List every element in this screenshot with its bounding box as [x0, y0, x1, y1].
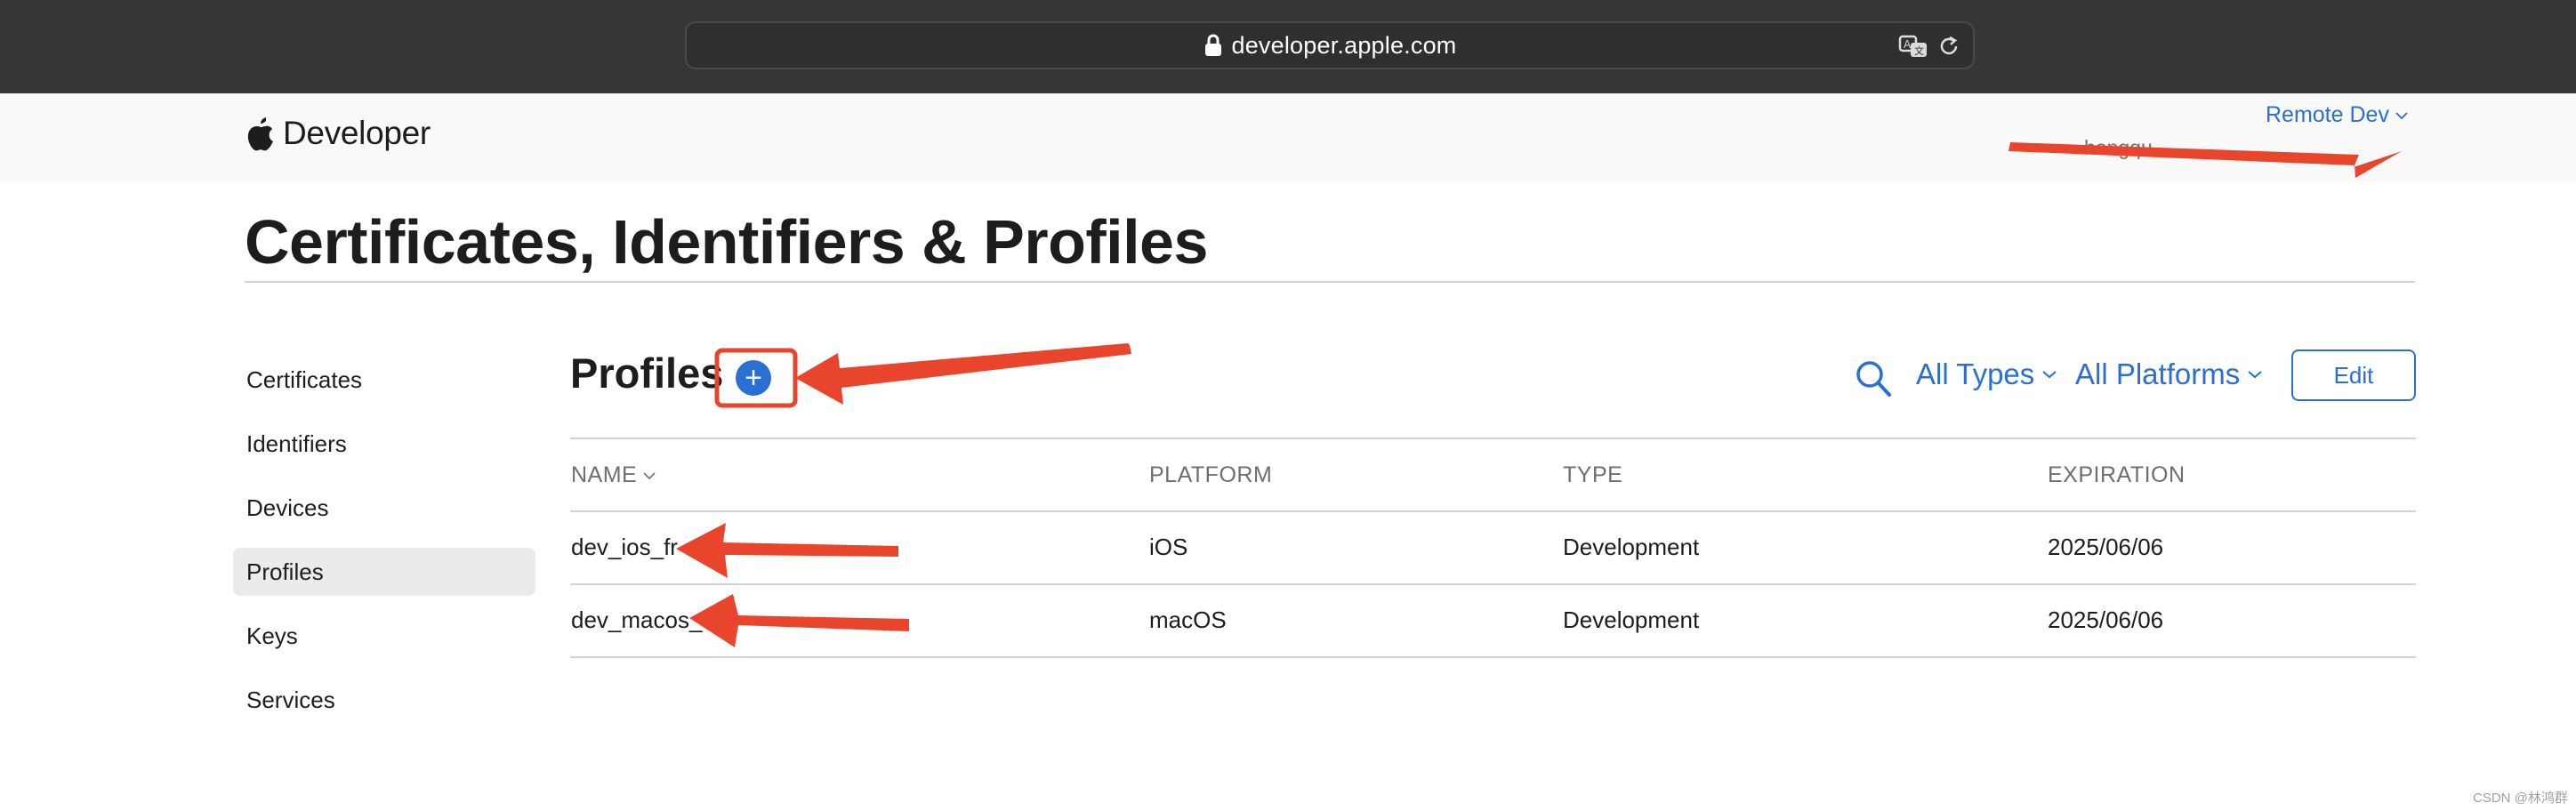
table-row[interactable]: dev_macos_ macOS Development 2025/06/06 [570, 585, 2416, 656]
chevron-down-icon [2042, 371, 2057, 379]
profile-name[interactable]: dev_ios_fr [571, 534, 678, 561]
profile-expiration: 2025/06/06 [2048, 534, 2164, 560]
column-platform-header[interactable]: PLATFORM [1149, 462, 1272, 488]
table-header: NAME PLATFORM TYPE EXPIRATION [570, 439, 2416, 510]
watermark: CSDN @林鸿群 [2473, 791, 2568, 806]
edit-button[interactable]: Edit [2291, 349, 2416, 401]
add-profile-button[interactable]: + [736, 360, 771, 396]
type-filter-label: All Types [1916, 357, 2035, 390]
annotation-arrow [795, 343, 1131, 405]
reload-icon[interactable] [1936, 34, 1961, 59]
profile-name[interactable]: dev_macos_ [571, 606, 702, 634]
account-menu[interactable]: Remote Dev [2266, 102, 2409, 128]
sidebar: Certificates Identifiers Devices Profile… [233, 356, 535, 740]
divider [570, 656, 2416, 658]
sidebar-item-services[interactable]: Services [233, 676, 535, 724]
page-title: Certificates, Identifiers & Profiles [245, 207, 1208, 277]
column-label: NAME [571, 462, 638, 487]
platform-filter[interactable]: All Platforms [2075, 357, 2263, 391]
sidebar-item-profiles[interactable]: Profiles [233, 548, 535, 596]
type-filter[interactable]: All Types [1916, 357, 2057, 391]
search-icon[interactable] [1854, 358, 1893, 399]
sort-chevron-icon [643, 471, 656, 479]
sidebar-item-devices[interactable]: Devices [233, 484, 535, 532]
sidebar-item-certificates[interactable]: Certificates [233, 356, 535, 404]
chevron-down-icon [2248, 371, 2262, 379]
profile-type: Development [1563, 606, 1700, 633]
chevron-down-icon [2395, 111, 2408, 119]
sidebar-item-identifiers[interactable]: Identifiers [233, 420, 535, 468]
svg-text:文: 文 [1914, 44, 1924, 57]
global-nav: Developer Remote Dev hongqu... [0, 93, 2576, 181]
profiles-table: NAME PLATFORM TYPE EXPIRATION dev_ios_fr… [570, 438, 2416, 658]
brand-name: Developer [283, 115, 431, 151]
translate-icon[interactable]: A 文 [1898, 34, 1930, 59]
column-type-header[interactable]: TYPE [1563, 462, 1622, 488]
column-name-header[interactable]: NAME [571, 462, 656, 488]
url-text: developer.apple.com [1231, 31, 1457, 59]
account-subtitle: hongqu... [2084, 136, 2169, 159]
browser-toolbar: developer.apple.com A 文 [0, 0, 2576, 93]
lock-icon [1204, 34, 1221, 56]
platform-filter-label: All Platforms [2075, 357, 2241, 390]
profile-platform: iOS [1149, 534, 1188, 560]
account-name: Remote Dev [2266, 102, 2389, 127]
table-row[interactable]: dev_ios_fr iOS Development 2025/06/06 [570, 512, 2416, 583]
profile-type: Development [1563, 534, 1700, 560]
sidebar-item-keys[interactable]: Keys [233, 612, 535, 660]
svg-text:A: A [1904, 38, 1912, 51]
profile-platform: macOS [1149, 606, 1227, 633]
developer-logo[interactable]: Developer [246, 115, 431, 152]
apple-icon [247, 117, 273, 151]
column-expiration-header[interactable]: EXPIRATION [2048, 462, 2186, 488]
profile-expiration: 2025/06/06 [2048, 606, 2164, 633]
divider [245, 281, 2415, 283]
section-title: Profiles [570, 349, 724, 397]
address-bar[interactable]: developer.apple.com A 文 [685, 21, 1975, 69]
